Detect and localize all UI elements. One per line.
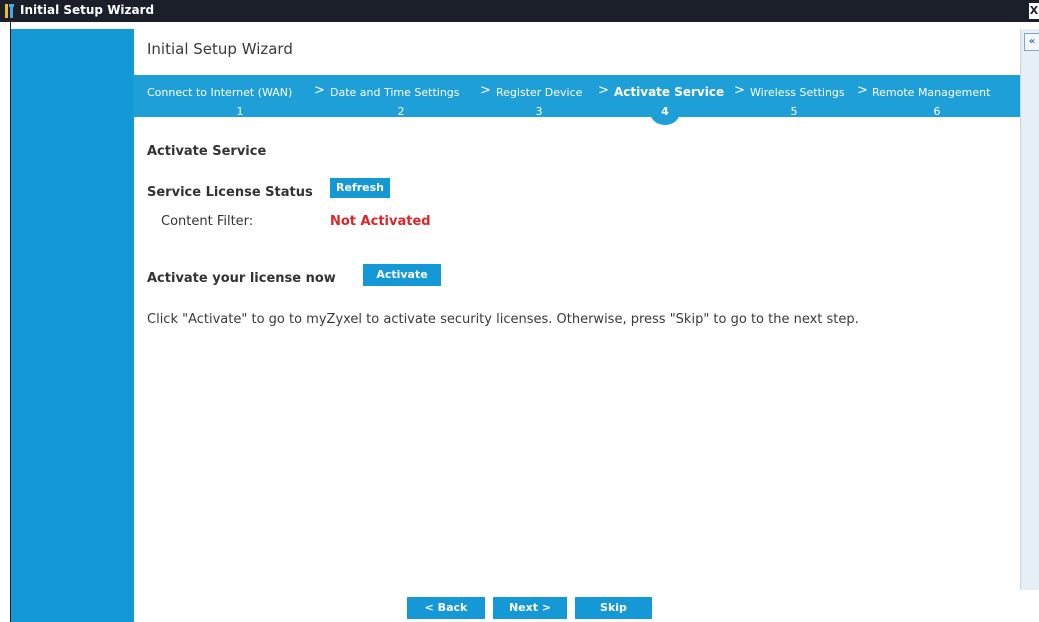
wizard-wrench-icon (4, 3, 16, 19)
help-text: Click "Activate" to go to myZyxel to act… (147, 312, 859, 327)
step-number: 1 (236, 105, 244, 118)
back-button[interactable]: < Back (407, 597, 485, 619)
step-number: 3 (535, 105, 543, 118)
step-separator-icon: > (857, 83, 868, 98)
section-title: Activate Service (147, 144, 267, 159)
right-rail: « (1020, 29, 1039, 590)
window-titlebar: Initial Setup Wizard X (0, 0, 1039, 22)
collapse-panel-icon[interactable]: « (1024, 33, 1039, 51)
step-separator-icon: > (734, 83, 745, 98)
refresh-button[interactable]: Refresh (330, 178, 390, 198)
step-separator-icon: > (480, 83, 491, 98)
step-number: 5 (790, 105, 798, 118)
page-title: Initial Setup Wizard (147, 40, 293, 58)
step-separator-icon: > (598, 83, 609, 98)
step-label: Register Device (496, 86, 583, 99)
left-sidebar (11, 29, 134, 622)
skip-button[interactable]: Skip (575, 597, 652, 619)
step-number-active: 4 (650, 99, 680, 125)
content-filter-label: Content Filter: (161, 214, 254, 229)
step-number: 6 (933, 105, 941, 118)
content-filter-status: Not Activated (330, 214, 431, 229)
activate-license-heading: Activate your license now (147, 271, 336, 286)
step-number: 2 (397, 105, 405, 118)
next-button[interactable]: Next > (493, 597, 567, 619)
wizard-step-bar: Connect to Internet (WAN) 1 > Date and T… (134, 75, 1020, 125)
step-label: Wireless Settings (750, 86, 845, 99)
license-status-heading: Service License Status (147, 185, 313, 200)
activate-button[interactable]: Activate (363, 264, 441, 286)
step-separator-icon: > (314, 83, 325, 98)
window-title: Initial Setup Wizard (20, 3, 155, 17)
close-icon[interactable]: X (1029, 3, 1039, 19)
step-label: Remote Management (872, 86, 991, 99)
step-label: Connect to Internet (WAN) (147, 86, 293, 99)
step-label: Activate Service (614, 85, 725, 99)
step-label: Date and Time Settings (330, 86, 460, 99)
